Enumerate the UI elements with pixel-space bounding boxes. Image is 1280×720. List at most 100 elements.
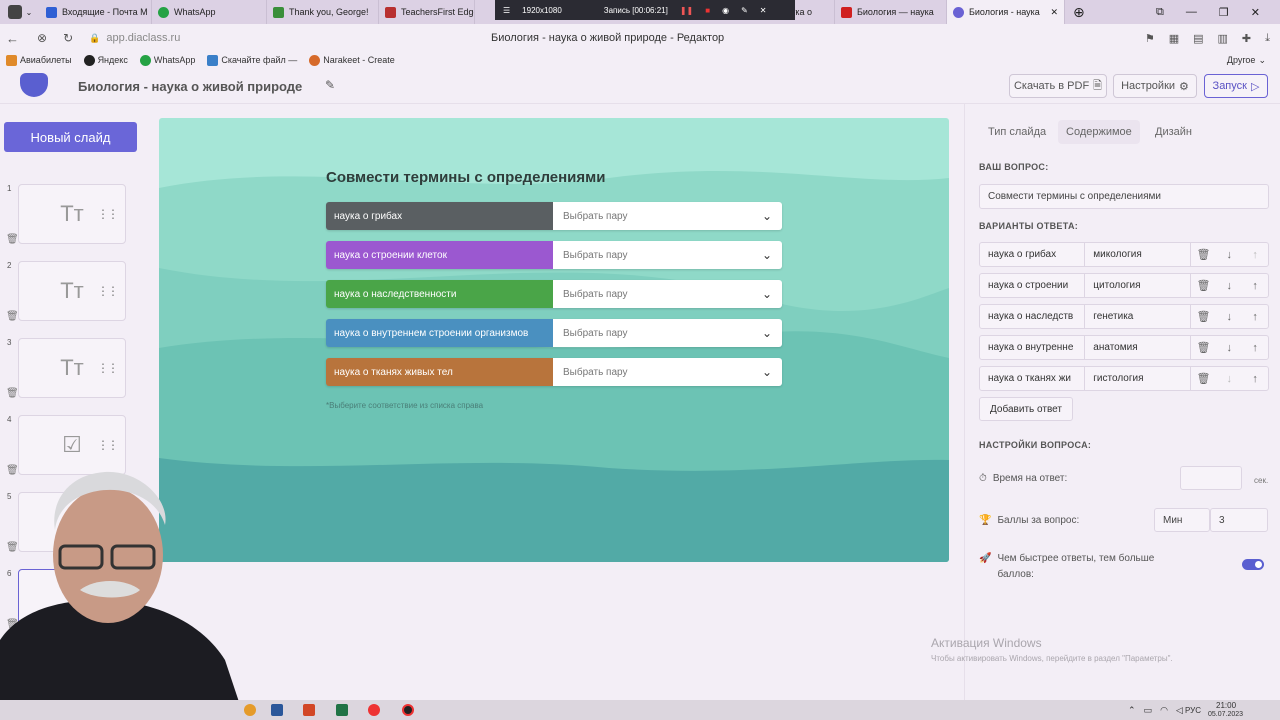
new-slide-button[interactable]: Новый слайд: [4, 122, 137, 152]
bookmark-item[interactable]: Яндекс: [83, 54, 128, 66]
answer-match-input[interactable]: гистология: [1085, 367, 1191, 390]
drag-handle-icon[interactable]: ⋮⋮: [97, 207, 119, 221]
language-indicator[interactable]: РУС: [1185, 706, 1201, 715]
wifi-icon[interactable]: ◠: [1160, 705, 1168, 716]
bookmark-item[interactable]: Narakeet - Create: [309, 54, 395, 66]
answer-match-input[interactable]: анатомия: [1085, 336, 1191, 359]
app-logo-icon[interactable]: [20, 73, 48, 97]
answer-term-input[interactable]: наука о строении: [980, 274, 1086, 297]
move-up-icon[interactable]: ↑: [1242, 243, 1268, 266]
slide-thumbnail[interactable]: Tт ⋮⋮: [18, 261, 126, 321]
close-icon[interactable]: ✕: [1050, 7, 1058, 18]
maximize-icon[interactable]: ❐: [1219, 6, 1229, 19]
chevron-up-icon[interactable]: ⌃: [1128, 705, 1136, 716]
tab-design[interactable]: Дизайн: [1147, 120, 1200, 144]
extension-icon[interactable]: ▥: [1218, 32, 1228, 45]
tab-whatsapp[interactable]: WhatsApp: [152, 0, 267, 24]
launch-button[interactable]: Запуск ▷: [1204, 74, 1268, 98]
points-value-input[interactable]: 3: [1210, 508, 1268, 532]
move-down-icon[interactable]: ↓: [1216, 243, 1242, 266]
slide-thumbnail[interactable]: Tт ⋮⋮: [18, 338, 126, 398]
answer-match-input[interactable]: генетика: [1085, 305, 1191, 328]
answer-term-input[interactable]: наука о наследств: [980, 305, 1086, 328]
answer-match-input[interactable]: микология: [1085, 243, 1191, 266]
window-close-icon[interactable]: ✕: [1251, 6, 1260, 19]
word-icon[interactable]: [271, 704, 283, 716]
answer-term-input[interactable]: наука о внутренне: [980, 336, 1086, 359]
powerpoint-icon[interactable]: [303, 704, 315, 716]
tabs-icon[interactable]: ⧉: [1156, 6, 1164, 19]
taskbar-app-icon[interactable]: [244, 704, 256, 716]
answer-term-input[interactable]: наука о грибах: [980, 243, 1086, 266]
points-min-input[interactable]: Мин: [1154, 508, 1210, 532]
reload-icon[interactable]: ↻: [63, 31, 73, 45]
download-pdf-button[interactable]: Скачать в PDF 🗎: [1009, 74, 1107, 98]
pair-select[interactable]: Выбрать пару ⌄: [553, 202, 782, 230]
pair-select[interactable]: Выбрать пару ⌄: [553, 319, 782, 347]
other-bookmarks[interactable]: Другое ⌄: [1227, 55, 1266, 66]
pair-select[interactable]: Выбрать пару ⌄: [553, 280, 782, 308]
settings-button[interactable]: Настройки ⚙: [1113, 74, 1197, 98]
add-answer-button[interactable]: Добавить ответ: [979, 397, 1073, 421]
drag-handle-icon[interactable]: ⋮⋮: [97, 438, 119, 452]
download-icon[interactable]: ⤓: [1265, 32, 1270, 45]
new-tab-icon[interactable]: ⊕: [1073, 4, 1085, 21]
camera-icon[interactable]: ◉: [722, 6, 729, 15]
question-input[interactable]: Совмести термины с определениями: [979, 184, 1269, 209]
tab-content[interactable]: Содержимое: [1058, 120, 1140, 144]
back-icon[interactable]: ←: [6, 31, 19, 46]
move-down-icon[interactable]: ↓: [1216, 336, 1242, 359]
drag-handle-icon[interactable]: ⋮⋮: [97, 361, 119, 375]
delete-answer-icon[interactable]: 🗑: [1191, 305, 1217, 328]
clock-date[interactable]: 05.07.2023: [1208, 711, 1243, 718]
browser-menu[interactable]: ⌄: [0, 0, 40, 24]
move-down-icon[interactable]: ↓: [1216, 305, 1242, 328]
slide-thumbnail[interactable]: Tт ⋮⋮: [18, 184, 126, 244]
move-down-icon[interactable]: ↓: [1216, 274, 1242, 297]
edit-title-icon[interactable]: ✎: [325, 78, 335, 92]
bookmark-icon[interactable]: ⚑: [1145, 32, 1155, 45]
yandex-browser-icon[interactable]: [368, 704, 380, 716]
delete-slide-icon[interactable]: 🗑: [6, 388, 19, 399]
pen-icon[interactable]: ✎: [741, 6, 748, 15]
move-up-icon[interactable]: ↑: [1242, 367, 1268, 390]
speed-toggle[interactable]: [1242, 559, 1264, 570]
move-up-icon[interactable]: ↑: [1242, 336, 1268, 359]
delete-slide-icon[interactable]: 🗑: [6, 234, 19, 245]
pair-select[interactable]: Выбрать пару ⌄: [553, 241, 782, 269]
move-up-icon[interactable]: ↑: [1242, 274, 1268, 297]
bookmark-item[interactable]: Авиабилеты: [6, 54, 72, 66]
tab-biology-youtube[interactable]: Биология — наука: [835, 0, 947, 24]
move-down-icon[interactable]: ↓: [1216, 367, 1242, 390]
volume-icon[interactable]: ◁: [1176, 705, 1183, 716]
answer-match-input[interactable]: цитология: [1085, 274, 1191, 297]
pause-icon[interactable]: ❚❚: [680, 6, 693, 15]
shield-icon[interactable]: ⊗: [37, 31, 47, 45]
tab-mail[interactable]: Входящие - Почта М: [40, 0, 152, 24]
close-icon[interactable]: ✕: [760, 6, 767, 15]
tab-teachersfirst[interactable]: TeachersFirst Edge: [379, 0, 475, 24]
network-icon[interactable]: ▭: [1144, 705, 1153, 716]
delete-answer-icon[interactable]: 🗑: [1191, 274, 1217, 297]
tab-slide-type[interactable]: Тип слайда: [980, 120, 1054, 144]
delete-answer-icon[interactable]: 🗑: [1191, 367, 1217, 390]
slide-heading[interactable]: Совмести термины с определениями: [326, 169, 605, 186]
tab-biology-active[interactable]: Биология - наука ✕: [947, 0, 1065, 24]
minimize-icon[interactable]: —: [1186, 6, 1197, 19]
bookmark-item[interactable]: WhatsApp: [139, 54, 195, 66]
recorder-icon[interactable]: [402, 704, 414, 716]
extension-icon[interactable]: ▤: [1193, 32, 1203, 45]
time-input[interactable]: [1180, 466, 1242, 490]
puzzle-icon[interactable]: ✚: [1242, 32, 1251, 45]
excel-icon[interactable]: [336, 704, 348, 716]
menu-icon[interactable]: ☰: [503, 6, 510, 15]
tab-thankyou[interactable]: Thank you, George!: [267, 0, 379, 24]
delete-answer-icon[interactable]: 🗑: [1191, 243, 1217, 266]
stop-icon[interactable]: ■: [705, 6, 710, 15]
url-field[interactable]: app.diaclass.ru: [106, 32, 180, 44]
move-up-icon[interactable]: ↑: [1242, 305, 1268, 328]
pair-select[interactable]: Выбрать пару ⌄: [553, 358, 782, 386]
delete-answer-icon[interactable]: 🗑: [1191, 336, 1217, 359]
delete-slide-icon[interactable]: 🗑: [6, 311, 19, 322]
extension-icon[interactable]: ▦: [1169, 32, 1179, 45]
